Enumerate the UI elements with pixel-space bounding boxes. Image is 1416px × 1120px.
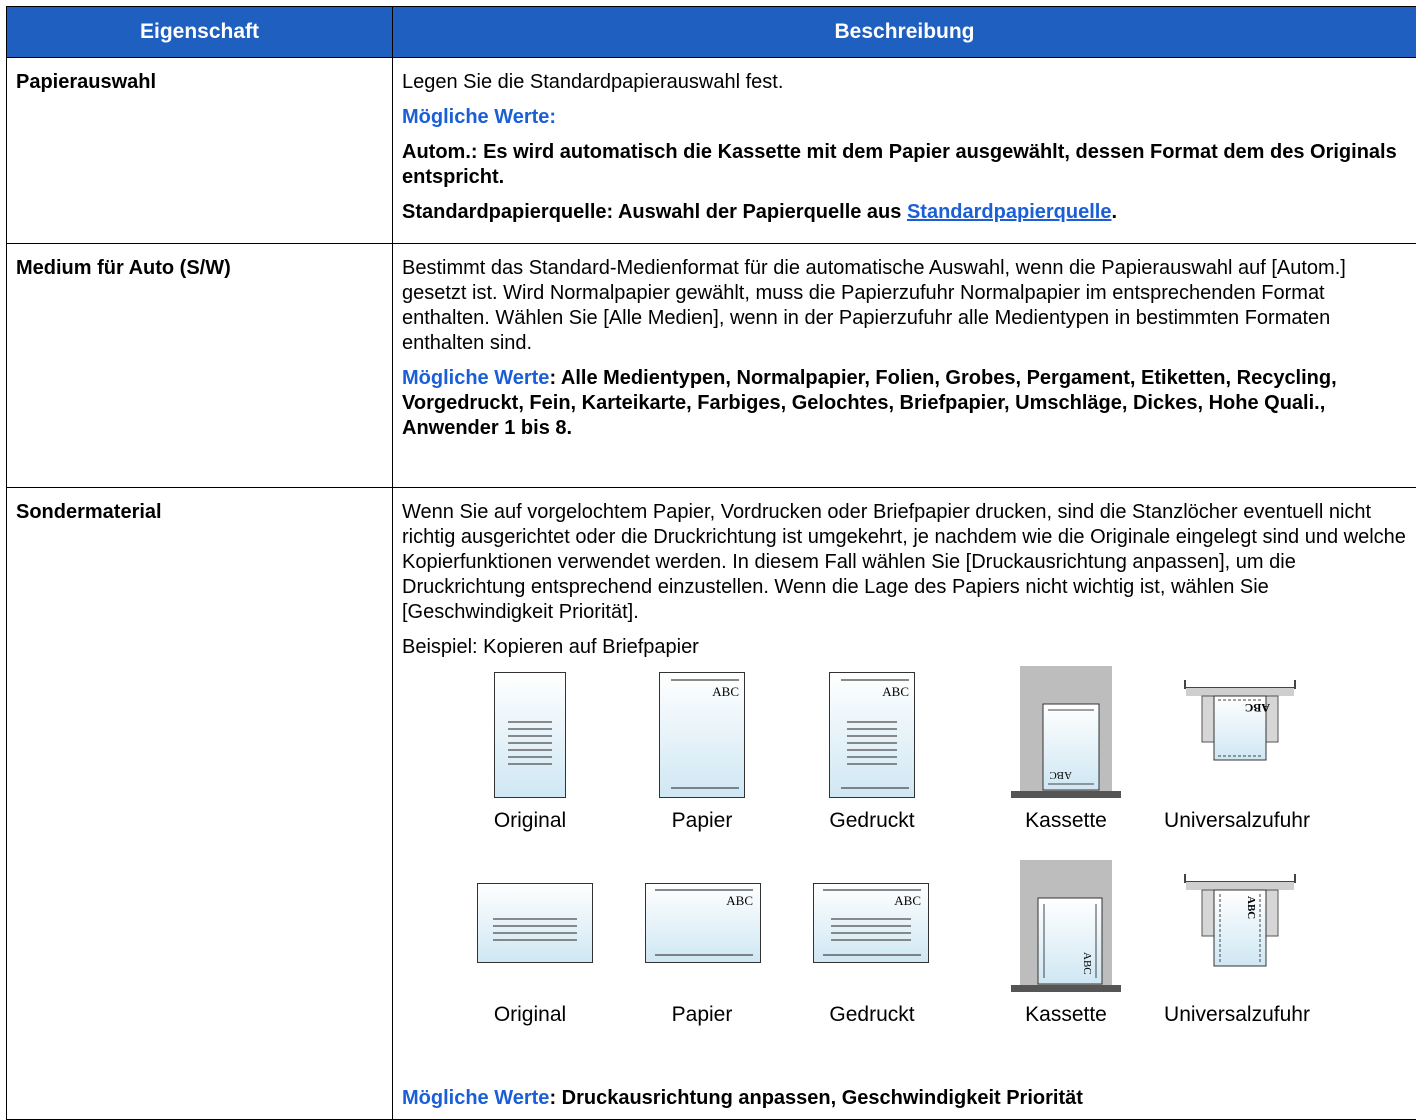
table-row: Papierauswahl Legen Sie die Standardpapi… <box>7 58 1416 244</box>
values-paragraph: Mögliche Werte: Druckausrichtung anpasse… <box>402 1086 1406 1111</box>
orientation-illustration: ABC ABC <box>402 666 1406 1086</box>
svg-text:ABC: ABC <box>882 684 909 699</box>
example-caption: Beispiel: Kopieren auf Briefpapier <box>402 635 1406 660</box>
caption-universalzufuhr: Universalzufuhr <box>1152 1002 1322 1027</box>
values-list: : Druckausrichtung anpassen, Geschwindig… <box>549 1087 1082 1109</box>
values-label: Mögliche Werte <box>402 1087 549 1109</box>
caption-gedruckt: Gedruckt <box>787 1002 957 1027</box>
table-row: Sondermaterial Wenn Sie auf vorgelochtem… <box>7 488 1416 1120</box>
value-option: Autom.: Es wird automatisch die Kassette… <box>402 140 1406 190</box>
svg-text:ABC: ABC <box>1049 769 1072 781</box>
description-text: Legen Sie die Standardpapierauswahl fest… <box>402 70 1406 95</box>
caption-gedruckt: Gedruckt <box>787 808 957 833</box>
svg-text:ABC: ABC <box>894 893 921 908</box>
bypass-portrait-figure: ABC <box>1182 680 1298 790</box>
value-option: Standardpapierquelle: Auswahl der Papier… <box>402 200 1406 225</box>
table-row: Medium für Auto (S/W) Bestimmt das Stand… <box>7 244 1416 488</box>
svg-text:ABC: ABC <box>1081 952 1093 975</box>
property-description: Bestimmt das Standard-Medienformat für d… <box>393 244 1416 488</box>
caption-original: Original <box>445 1002 615 1027</box>
paper-portrait-figure: ABC <box>659 672 745 798</box>
caption-papier: Papier <box>617 1002 787 1027</box>
property-name: Sondermaterial <box>7 488 393 1120</box>
standardpapierquelle-link[interactable]: Standardpapierquelle <box>907 201 1112 223</box>
settings-table: Eigenschaft Beschreibung Papierauswahl L… <box>6 6 1416 1120</box>
description-text: Bestimmt das Standard-Medienformat für d… <box>402 256 1406 356</box>
paper-landscape-figure: ABC <box>645 883 761 963</box>
value-option-text: Standardpapierquelle: Auswahl der Papier… <box>402 201 907 223</box>
abc-text: ABC <box>712 684 739 699</box>
values-label: Mögliche Werte <box>402 367 549 389</box>
caption-original: Original <box>445 808 615 833</box>
value-option-suffix: . <box>1111 201 1117 223</box>
bypass-landscape-figure: ABC <box>1182 874 1298 984</box>
header-eigenschaft: Eigenschaft <box>7 7 393 58</box>
svg-text:ABC: ABC <box>1245 701 1270 715</box>
svg-text:ABC: ABC <box>726 893 753 908</box>
printed-portrait-figure: ABC <box>829 672 915 798</box>
property-description: Legen Sie die Standardpapierauswahl fest… <box>393 58 1416 244</box>
cassette-landscape-figure: ABC <box>1010 860 1122 996</box>
printed-landscape-figure: ABC <box>813 883 929 963</box>
header-beschreibung: Beschreibung <box>393 7 1416 58</box>
original-portrait-figure <box>494 672 566 798</box>
svg-text:ABC: ABC <box>1245 896 1257 919</box>
values-label: Mögliche Werte: <box>402 105 1406 130</box>
table-header-row: Eigenschaft Beschreibung <box>7 7 1416 58</box>
cassette-portrait-figure: ABC <box>1010 666 1122 802</box>
caption-universalzufuhr: Universalzufuhr <box>1152 808 1322 833</box>
property-description: Wenn Sie auf vorgelochtem Papier, Vordru… <box>393 488 1416 1120</box>
original-landscape-figure <box>477 883 593 963</box>
caption-papier: Papier <box>617 808 787 833</box>
caption-kassette: Kassette <box>981 808 1151 833</box>
property-name: Papierauswahl <box>7 58 393 244</box>
caption-kassette: Kassette <box>981 1002 1151 1027</box>
description-text: Wenn Sie auf vorgelochtem Papier, Vordru… <box>402 500 1406 625</box>
property-name: Medium für Auto (S/W) <box>7 244 393 488</box>
values-paragraph: Mögliche Werte: Alle Medientypen, Normal… <box>402 366 1406 441</box>
